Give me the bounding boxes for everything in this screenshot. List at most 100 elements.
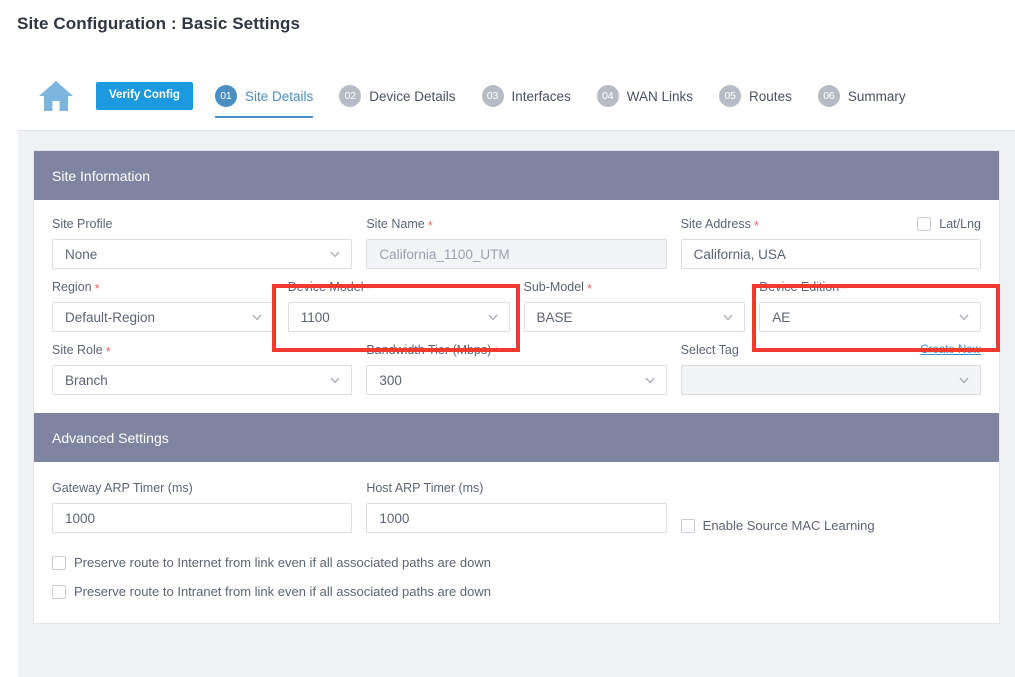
field-bandwidth-tier: Bandwidth Tier (Mbps) * 300 [366, 342, 667, 395]
required-marker: * [427, 217, 433, 233]
label-row-select-tag: Select Tag Create New [681, 342, 981, 358]
field-device-edition: Device Edition * AE [759, 279, 981, 332]
required-marker: * [494, 343, 500, 359]
label-site-name: Site Name * [366, 217, 433, 233]
chevron-down-icon [487, 314, 498, 321]
chevron-down-icon [252, 314, 262, 321]
wizard-step-device-details[interactable]: 02 Device Details [339, 74, 456, 118]
wizard-step-routes[interactable]: 05 Routes [719, 74, 792, 118]
site-role-value: Branch [65, 372, 108, 388]
chevron-down-icon [959, 314, 969, 321]
create-new-tag-link[interactable]: Create New [920, 344, 981, 356]
label-site-address: Site Address * [680, 217, 759, 233]
enable-source-mac-learning-checkbox[interactable]: Enable Source MAC Learning [680, 518, 875, 533]
host-arp-timer-input[interactable]: 1000 [366, 503, 667, 533]
device-edition-select[interactable]: AE [759, 302, 981, 332]
settings-card: Site Information Site Profile None Site … [34, 151, 999, 623]
preserve-route-internet-checkbox[interactable]: Preserve route to Internet from link eve… [52, 555, 981, 570]
required-marker: * [94, 280, 100, 296]
site-information-header: Site Information [34, 151, 999, 200]
required-marker: * [586, 280, 593, 296]
field-site-address: Site Address * Lat/Lng California, USA [680, 216, 981, 269]
form-row-1: Site Profile None Site Name * California… [52, 216, 981, 269]
preserve-route-internet-label: Preserve route to Internet from link eve… [74, 555, 491, 570]
label-site-profile: Site Profile [52, 217, 113, 231]
label-site-role: Site Role * [52, 343, 111, 359]
step-label-device-details: Device Details [369, 88, 456, 104]
label-gateway-arp-timer: Gateway ARP Timer (ms) [52, 481, 193, 495]
field-site-role: Site Role * Branch [52, 342, 353, 395]
page-title: Site Configuration : Basic Settings [17, 14, 301, 33]
enable-source-mac-learning-label: Enable Source MAC Learning [702, 518, 875, 533]
chevron-down-icon [330, 251, 340, 258]
bandwidth-tier-select[interactable]: 300 [366, 365, 667, 395]
label-host-arp-timer: Host ARP Timer (ms) [366, 481, 484, 495]
site-profile-value: None [65, 246, 98, 262]
checkbox-box [917, 217, 932, 231]
preserve-route-checkbox-group: Preserve route to Internet from link eve… [52, 555, 981, 599]
site-profile-select[interactable]: None [52, 239, 353, 269]
label-spacer [681, 480, 981, 496]
step-badge-02: 02 [339, 85, 362, 107]
advanced-settings-body: Gateway ARP Timer (ms) 1000 Host ARP Tim… [34, 462, 999, 623]
field-select-tag: Select Tag Create New [680, 342, 981, 395]
home-icon[interactable] [38, 79, 74, 113]
lat-lng-checkbox[interactable]: Lat/Lng [917, 217, 981, 231]
field-enable-source-mac-learning: Enable Source MAC Learning [680, 480, 981, 533]
region-select[interactable]: Default-Region [52, 302, 274, 332]
step-badge-03: 03 [481, 85, 504, 107]
site-address-input[interactable]: California, USA [680, 239, 981, 269]
wizard-step-site-details[interactable]: 01 Site Details [214, 74, 314, 118]
wizard-step-bar: Verify Config 01 Site Details 02 Device … [0, 62, 1015, 130]
device-edition-value: AE [772, 309, 791, 325]
step-badge-06: 06 [817, 85, 840, 107]
chevron-down-icon [723, 314, 733, 321]
gateway-arp-timer-input[interactable]: 1000 [52, 503, 353, 533]
form-row-2: Region* Default-Region Device Model* 1 [52, 279, 981, 332]
site-role-select[interactable]: Branch [52, 365, 353, 395]
site-name-value: California_1100_UTM [379, 246, 510, 262]
verify-config-button[interactable]: Verify Config [96, 82, 193, 110]
required-marker: * [753, 217, 759, 233]
advanced-settings-header: Advanced Settings [34, 413, 999, 462]
site-name-input[interactable]: California_1100_UTM [366, 239, 667, 269]
checkbox-box [52, 555, 66, 570]
wizard-step-wan-links[interactable]: 04 WAN Links [596, 74, 694, 118]
host-arp-timer-value: 1000 [379, 510, 410, 526]
region-value: Default-Region [65, 309, 156, 325]
preserve-route-intranet-checkbox[interactable]: Preserve route to Intranet from link eve… [52, 584, 981, 599]
step-badge-05: 05 [719, 85, 742, 107]
form-row-3: Site Role * Branch Bandwidth Tier (Mbps) * [52, 342, 981, 395]
step-badge-04: 04 [596, 85, 619, 107]
chevron-down-icon [645, 377, 655, 384]
field-sub-model: Sub-Model * BASE [523, 279, 746, 332]
label-region: Region * [52, 280, 100, 296]
label-sub-model: Sub-Model * [523, 280, 593, 296]
sub-model-value: BASE [536, 309, 573, 325]
mac-learning-row: Enable Source MAC Learning [680, 503, 981, 533]
field-device-model: Device Model * 1100 [287, 279, 510, 332]
field-site-name: Site Name * California_1100_UTM [366, 216, 667, 269]
wizard-step-summary[interactable]: 06 Summary [817, 74, 906, 118]
step-label-wan-links: WAN Links [626, 88, 694, 104]
label-device-model: Device Model * [287, 280, 372, 296]
form-row-advanced-1: Gateway ARP Timer (ms) 1000 Host ARP Tim… [52, 480, 981, 533]
checkbox-box [680, 518, 695, 533]
field-gateway-arp-timer: Gateway ARP Timer (ms) 1000 [52, 480, 353, 533]
page-content-area: Site Information Site Profile None Site … [18, 130, 1015, 677]
device-model-value: 1100 [300, 309, 330, 325]
required-marker: * [842, 280, 848, 296]
chevron-down-icon [330, 377, 340, 384]
label-device-edition: Device Edition * [759, 280, 848, 296]
checkbox-box [52, 584, 66, 599]
step-label-summary: Summary [847, 88, 906, 104]
sub-model-select[interactable]: BASE [523, 302, 746, 332]
lat-lng-label: Lat/Lng [939, 217, 981, 231]
wizard-step-interfaces[interactable]: 03 Interfaces [481, 74, 571, 118]
required-marker: * [366, 280, 372, 296]
device-model-select[interactable]: 1100 [287, 302, 510, 332]
select-tag-select[interactable] [680, 365, 981, 395]
chevron-down-icon [959, 377, 969, 384]
label-row-site-address: Site Address * Lat/Lng [681, 216, 981, 232]
step-label-interfaces: Interfaces [511, 88, 571, 104]
